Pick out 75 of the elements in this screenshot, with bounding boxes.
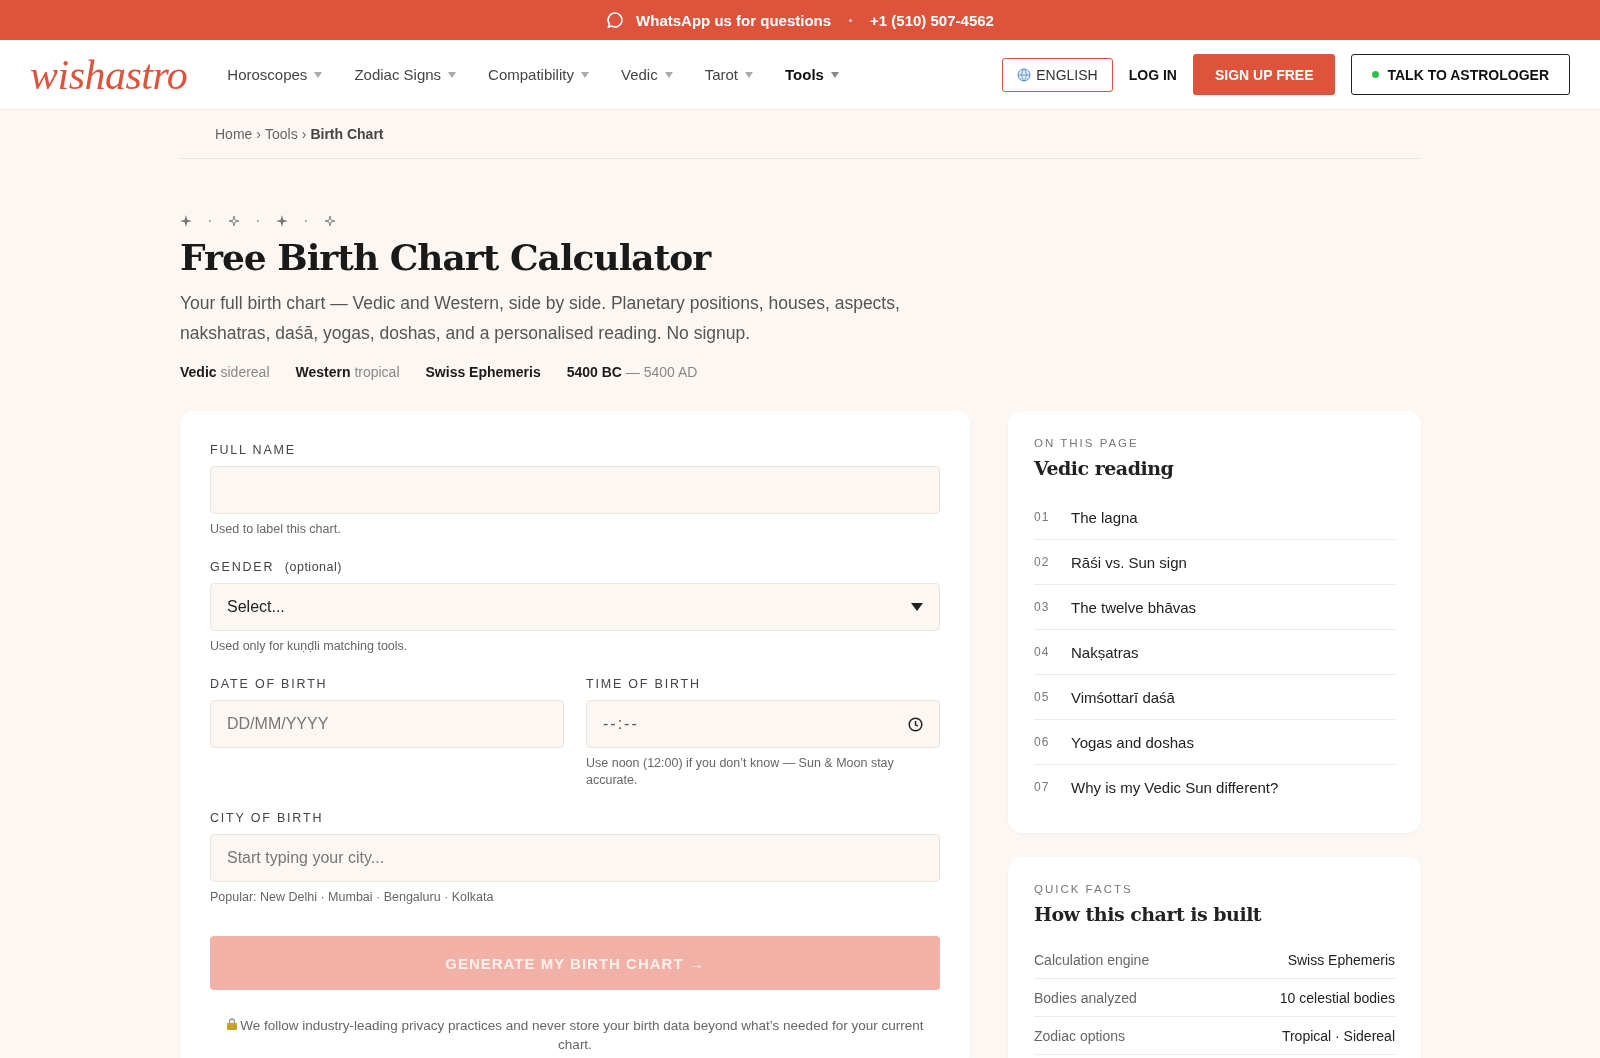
globe-icon xyxy=(1017,67,1032,82)
date-field[interactable]: DD/MM/YYYY xyxy=(210,700,564,748)
fact-value: 10 celestial bodies xyxy=(1279,989,1395,1006)
caret-icon xyxy=(314,71,323,78)
fact-label: Zodiac options xyxy=(1034,1027,1126,1044)
item-number: 05 xyxy=(1034,690,1051,704)
chat-bubble-icon xyxy=(606,11,625,29)
item-number: 01 xyxy=(1034,510,1051,524)
field-label: DATE OF BIRTH xyxy=(210,677,329,691)
feature-tag: Swiss Ephemeris xyxy=(425,364,541,380)
talk-to-astrologer-button[interactable]: TALK TO ASTROLOGER xyxy=(1351,54,1570,95)
feature-tag: Vedic sidereal xyxy=(180,364,270,380)
field-label: TIME OF BIRTH xyxy=(586,677,702,691)
feature-tag: Western tropical xyxy=(295,364,400,380)
fact-value: Swiss Ephemeris xyxy=(1287,951,1395,968)
toc-link[interactable]: Rāśi vs. Sun sign xyxy=(1071,553,1187,571)
toc-link[interactable]: The twelve bhāvas xyxy=(1071,598,1197,616)
field-hint: Used only for kuṇḍli matching tools. xyxy=(210,638,409,655)
field-hint: Popular: New Delhi · Mumbai · Bengaluru · Kolkata xyxy=(210,889,495,906)
nav-menu-item[interactable]: Vedic xyxy=(620,66,673,83)
language-button[interactable]: ENGLISH xyxy=(1002,57,1113,92)
dropdown-caret-icon xyxy=(911,603,923,611)
select-field[interactable]: Select... xyxy=(210,583,940,631)
fact-value: Tropical · Sidereal xyxy=(1281,1027,1395,1044)
lock-icon xyxy=(226,1018,237,1030)
page-title: Free Birth Chart Calculator xyxy=(180,236,713,278)
toc-link[interactable]: Why is my Vedic Sun different? xyxy=(1071,778,1279,796)
item-number: 02 xyxy=(1034,555,1051,569)
section-eyebrow: ON THIS PAGE xyxy=(1034,437,1140,449)
field-hint: Used to label this chart. xyxy=(210,521,342,538)
item-number: 07 xyxy=(1034,780,1051,794)
breadcrumb-link[interactable]: Home xyxy=(215,126,253,142)
caret-icon xyxy=(664,71,673,78)
signup-button[interactable]: SIGN UP FREE xyxy=(1192,54,1336,95)
phone-link[interactable]: +1 (510) 507-4562 xyxy=(870,11,994,29)
feature-tag: 5400 BC — 5400 AD xyxy=(566,364,698,380)
toc-link[interactable]: The lagna xyxy=(1071,508,1138,526)
breadcrumb-separator: › xyxy=(301,126,307,142)
fact-label: Bodies analyzed xyxy=(1034,989,1137,1006)
field-label: GENDER (optional) xyxy=(210,560,343,574)
item-number: 03 xyxy=(1034,600,1051,614)
caret-icon xyxy=(580,71,589,78)
section-eyebrow: QUICK FACTS xyxy=(1034,883,1134,895)
item-number: 04 xyxy=(1034,645,1051,659)
breadcrumb-separator: › xyxy=(256,126,262,142)
caret-icon xyxy=(745,71,754,78)
nav-menu-item[interactable]: Zodiac Signs xyxy=(354,66,457,83)
breadcrumb-link[interactable]: Tools xyxy=(265,126,298,142)
nav-menu-item[interactable]: Compatibility xyxy=(488,66,589,83)
toc-link[interactable]: Nakṣatras xyxy=(1071,643,1139,661)
announcement-text: WhatsApp us for questions xyxy=(636,11,832,29)
logo[interactable]: wishastro xyxy=(30,50,188,99)
input-field[interactable] xyxy=(210,466,940,514)
toc-link[interactable]: Vimśottarī daśā xyxy=(1071,688,1175,706)
fact-label: Calculation engine xyxy=(1034,951,1150,968)
privacy-note: We follow industry-leading privacy practices and never store your birth data beyond what’s needed for your current chart. xyxy=(210,1016,940,1054)
page-subtitle: Your full birth chart — Vedic and Western, side by side. Planetary positions, houses, aspects, nakshatras, daśā, yogas, doshas, and a personalised reading. No signup. xyxy=(180,292,901,345)
card-title: Vedic reading xyxy=(1034,457,1175,479)
login-link[interactable]: LOG IN xyxy=(1128,66,1177,83)
toc-link[interactable]: Yogas and doshas xyxy=(1071,733,1194,751)
field-label: CITY OF BIRTH xyxy=(210,811,325,825)
time-field[interactable]: --:-- xyxy=(586,700,940,748)
breadcrumb-link[interactable]: Birth Chart xyxy=(310,126,384,142)
nav-menu-item[interactable]: Horoscopes xyxy=(227,66,323,83)
input-field[interactable]: Start typing your city... xyxy=(210,834,940,882)
field-label: FULL NAME xyxy=(210,443,297,457)
caret-icon xyxy=(448,71,457,78)
nav-menu-item[interactable]: Tools xyxy=(785,66,839,83)
field-hint: Use noon (12:00) if you don’t know — Sun & Moon stay accurate. xyxy=(586,755,895,789)
item-number: 06 xyxy=(1034,735,1051,749)
online-dot-icon xyxy=(1372,71,1380,78)
card-title: How this chart is built xyxy=(1034,903,1263,925)
nav-menu-item[interactable]: Tarot xyxy=(704,66,754,83)
clock-icon xyxy=(908,716,923,732)
caret-icon xyxy=(830,71,839,78)
